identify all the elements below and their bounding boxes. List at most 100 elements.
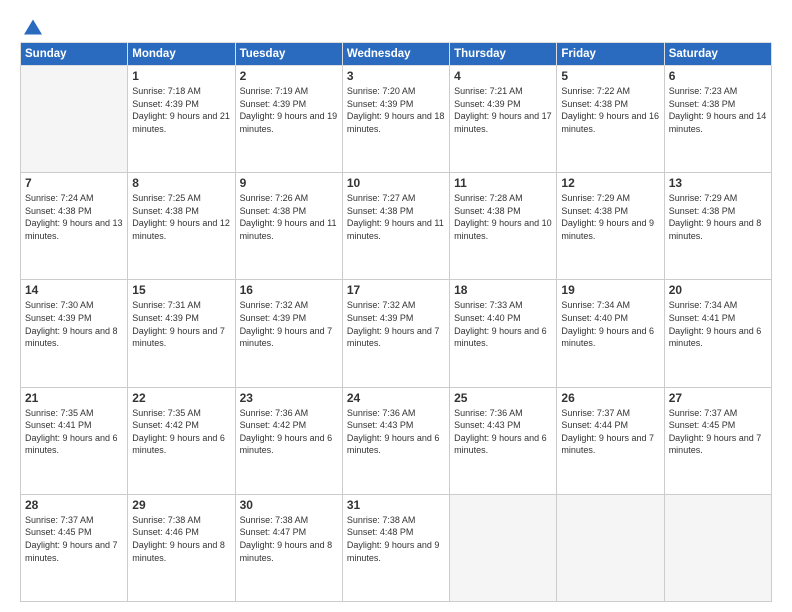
calendar-cell: 21 Sunrise: 7:35 AMSunset: 4:41 PMDayligh… [21,387,128,494]
calendar-cell: 31 Sunrise: 7:38 AMSunset: 4:48 PMDayligh… [342,494,449,601]
day-info: Sunrise: 7:24 AMSunset: 4:38 PMDaylight:… [25,192,123,242]
day-number: 11 [454,176,552,190]
day-number: 1 [132,69,230,83]
day-number: 24 [347,391,445,405]
day-info: Sunrise: 7:27 AMSunset: 4:38 PMDaylight:… [347,192,445,242]
calendar-cell: 5 Sunrise: 7:22 AMSunset: 4:38 PMDaylight… [557,66,664,173]
day-number: 7 [25,176,123,190]
calendar-cell: 3 Sunrise: 7:20 AMSunset: 4:39 PMDaylight… [342,66,449,173]
calendar-cell: 20Sunrise: 7:34 AMSunset: 4:41 PMDayligh… [664,280,771,387]
calendar-cell: 1 Sunrise: 7:18 AMSunset: 4:39 PMDaylight… [128,66,235,173]
day-info: Sunrise: 7:37 AMSunset: 4:45 PMDaylight:… [25,514,123,564]
day-number: 19 [561,283,659,297]
day-number: 2 [240,69,338,83]
calendar-cell: 13 Sunrise: 7:29 AMSunset: 4:38 PMDayligh… [664,173,771,280]
day-info: Sunrise: 7:37 AMSunset: 4:44 PMDaylight:… [561,407,659,457]
day-number: 22 [132,391,230,405]
day-info: Sunrise: 7:26 AMSunset: 4:38 PMDaylight:… [240,192,338,242]
calendar-cell: 24 Sunrise: 7:36 AMSunset: 4:43 PMDayligh… [342,387,449,494]
day-info: Sunrise: 7:34 AMSunset: 4:40 PMDaylight:… [561,299,659,349]
day-info: Sunrise: 7:34 AMSunset: 4:41 PMDaylight:… [669,299,767,349]
weekday-header-row: SundayMondayTuesdayWednesdayThursdayFrid… [21,43,772,66]
weekday-header-friday: Friday [557,43,664,66]
day-info: Sunrise: 7:29 AMSunset: 4:38 PMDaylight:… [561,192,659,242]
day-info: Sunrise: 7:22 AMSunset: 4:38 PMDaylight:… [561,85,659,135]
day-number: 29 [132,498,230,512]
day-info: Sunrise: 7:38 AMSunset: 4:47 PMDaylight:… [240,514,338,564]
day-number: 25 [454,391,552,405]
day-info: Sunrise: 7:36 AMSunset: 4:43 PMDaylight:… [347,407,445,457]
day-number: 30 [240,498,338,512]
day-number: 5 [561,69,659,83]
week-row-1: 7 Sunrise: 7:24 AMSunset: 4:38 PMDaylight… [21,173,772,280]
day-info: Sunrise: 7:38 AMSunset: 4:46 PMDaylight:… [132,514,230,564]
calendar-cell: 26 Sunrise: 7:37 AMSunset: 4:44 PMDayligh… [557,387,664,494]
calendar-cell: 10Sunrise: 7:27 AMSunset: 4:38 PMDayligh… [342,173,449,280]
day-number: 27 [669,391,767,405]
calendar-cell: 19 Sunrise: 7:34 AMSunset: 4:40 PMDayligh… [557,280,664,387]
day-info: Sunrise: 7:38 AMSunset: 4:48 PMDaylight:… [347,514,445,564]
calendar-cell [664,494,771,601]
day-number: 3 [347,69,445,83]
week-row-4: 28 Sunrise: 7:37 AMSunset: 4:45 PMDayligh… [21,494,772,601]
day-info: Sunrise: 7:33 AMSunset: 4:40 PMDaylight:… [454,299,552,349]
day-info: Sunrise: 7:32 AMSunset: 4:39 PMDaylight:… [347,299,445,349]
header [20,18,772,32]
day-number: 6 [669,69,767,83]
weekday-header-sunday: Sunday [21,43,128,66]
day-number: 18 [454,283,552,297]
day-info: Sunrise: 7:20 AMSunset: 4:39 PMDaylight:… [347,85,445,135]
weekday-header-monday: Monday [128,43,235,66]
calendar-cell: 11 Sunrise: 7:28 AMSunset: 4:38 PMDayligh… [450,173,557,280]
week-row-3: 21 Sunrise: 7:35 AMSunset: 4:41 PMDayligh… [21,387,772,494]
day-info: Sunrise: 7:35 AMSunset: 4:41 PMDaylight:… [25,407,123,457]
day-info: Sunrise: 7:21 AMSunset: 4:39 PMDaylight:… [454,85,552,135]
calendar: SundayMondayTuesdayWednesdayThursdayFrid… [20,42,772,602]
calendar-cell: 12 Sunrise: 7:29 AMSunset: 4:38 PMDayligh… [557,173,664,280]
calendar-cell: 9 Sunrise: 7:26 AMSunset: 4:38 PMDaylight… [235,173,342,280]
calendar-cell: 7 Sunrise: 7:24 AMSunset: 4:38 PMDaylight… [21,173,128,280]
day-info: Sunrise: 7:35 AMSunset: 4:42 PMDaylight:… [132,407,230,457]
day-number: 12 [561,176,659,190]
page: SundayMondayTuesdayWednesdayThursdayFrid… [0,0,792,612]
day-info: Sunrise: 7:32 AMSunset: 4:39 PMDaylight:… [240,299,338,349]
day-number: 9 [240,176,338,190]
calendar-cell [21,66,128,173]
calendar-cell: 25Sunrise: 7:36 AMSunset: 4:43 PMDayligh… [450,387,557,494]
day-number: 13 [669,176,767,190]
calendar-cell: 18 Sunrise: 7:33 AMSunset: 4:40 PMDayligh… [450,280,557,387]
day-number: 23 [240,391,338,405]
calendar-cell [450,494,557,601]
day-number: 26 [561,391,659,405]
day-number: 4 [454,69,552,83]
week-row-2: 14 Sunrise: 7:30 AMSunset: 4:39 PMDayligh… [21,280,772,387]
day-number: 28 [25,498,123,512]
calendar-cell: 28 Sunrise: 7:37 AMSunset: 4:45 PMDayligh… [21,494,128,601]
calendar-cell: 16Sunrise: 7:32 AMSunset: 4:39 PMDayligh… [235,280,342,387]
calendar-cell: 14 Sunrise: 7:30 AMSunset: 4:39 PMDayligh… [21,280,128,387]
calendar-cell: 15Sunrise: 7:31 AMSunset: 4:39 PMDayligh… [128,280,235,387]
day-info: Sunrise: 7:29 AMSunset: 4:38 PMDaylight:… [669,192,767,242]
day-number: 14 [25,283,123,297]
calendar-cell: 22 Sunrise: 7:35 AMSunset: 4:42 PMDayligh… [128,387,235,494]
day-info: Sunrise: 7:36 AMSunset: 4:42 PMDaylight:… [240,407,338,457]
calendar-cell [557,494,664,601]
day-number: 21 [25,391,123,405]
day-number: 31 [347,498,445,512]
calendar-cell: 30 Sunrise: 7:38 AMSunset: 4:47 PMDayligh… [235,494,342,601]
weekday-header-saturday: Saturday [664,43,771,66]
day-number: 8 [132,176,230,190]
day-info: Sunrise: 7:19 AMSunset: 4:39 PMDaylight:… [240,85,338,135]
calendar-cell: 27Sunrise: 7:37 AMSunset: 4:45 PMDayligh… [664,387,771,494]
weekday-header-wednesday: Wednesday [342,43,449,66]
week-row-0: 1 Sunrise: 7:18 AMSunset: 4:39 PMDaylight… [21,66,772,173]
calendar-cell: 8Sunrise: 7:25 AMSunset: 4:38 PMDaylight… [128,173,235,280]
calendar-cell: 17 Sunrise: 7:32 AMSunset: 4:39 PMDayligh… [342,280,449,387]
day-number: 17 [347,283,445,297]
day-number: 15 [132,283,230,297]
day-info: Sunrise: 7:30 AMSunset: 4:39 PMDaylight:… [25,299,123,349]
day-info: Sunrise: 7:28 AMSunset: 4:38 PMDaylight:… [454,192,552,242]
logo [20,18,42,32]
day-info: Sunrise: 7:18 AMSunset: 4:39 PMDaylight:… [132,85,230,135]
logo-icon [24,18,42,36]
